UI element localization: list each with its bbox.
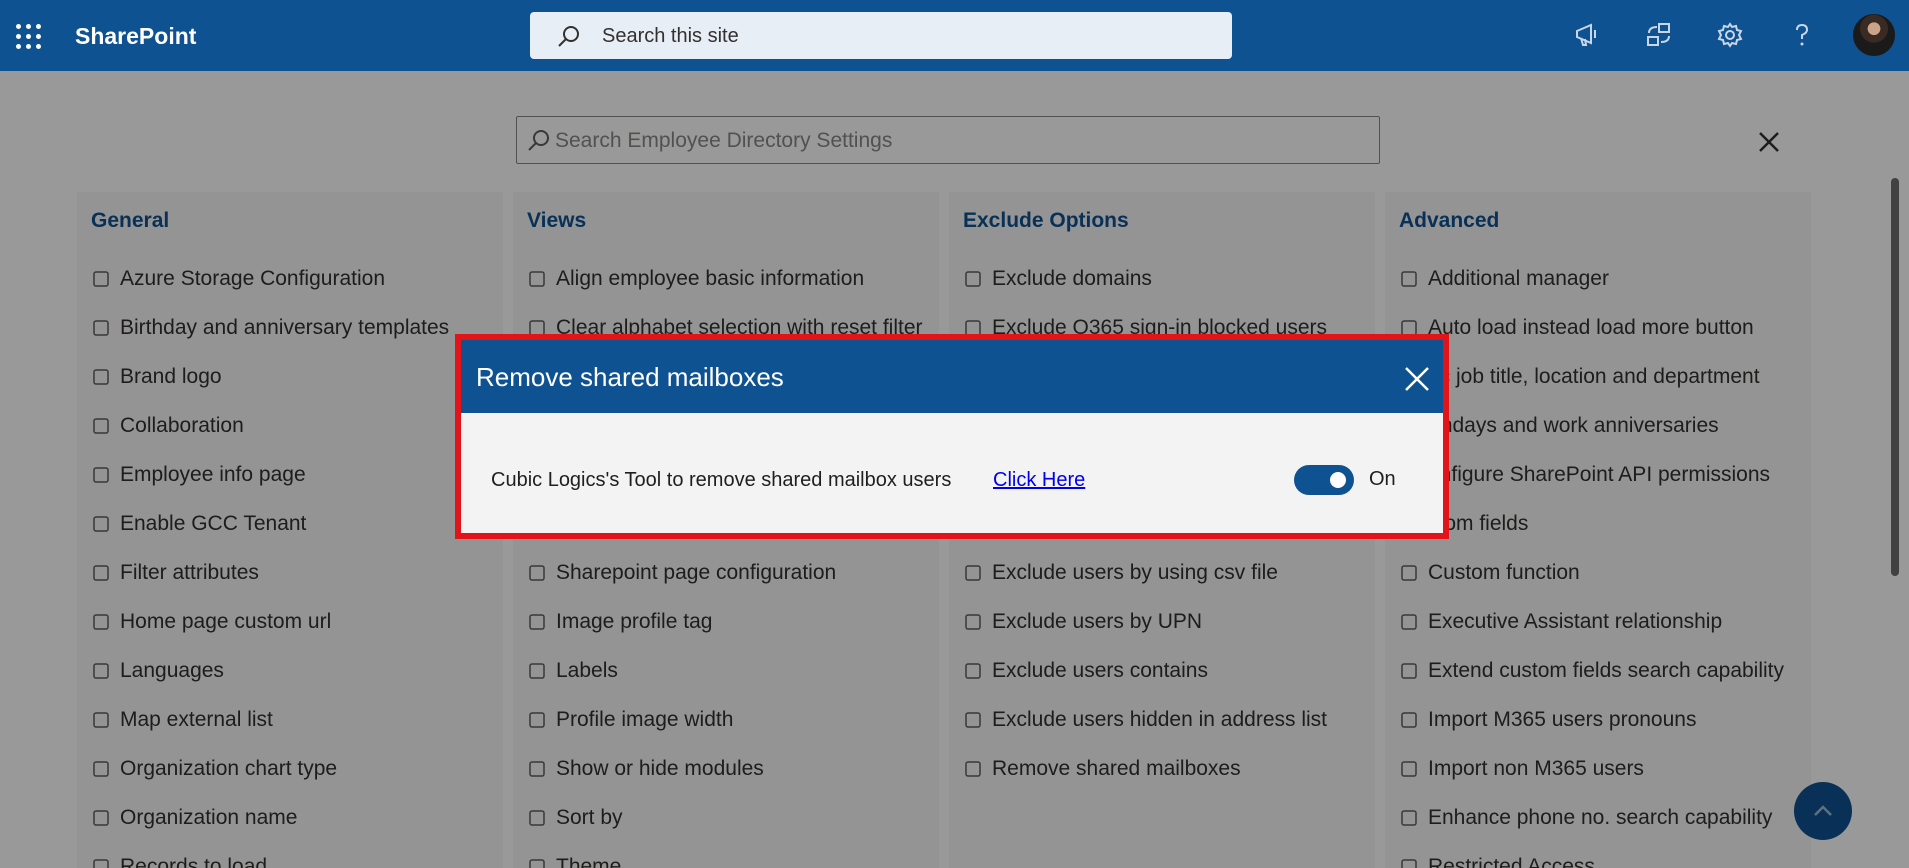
toggle-knob (1330, 472, 1346, 488)
dialog-body: Cubic Logics's Tool to remove shared mai… (461, 413, 1443, 533)
app-launcher-icon[interactable] (14, 22, 41, 49)
share-icon[interactable] (1642, 18, 1676, 52)
click-here-link[interactable]: Click Here (993, 469, 1085, 492)
help-icon[interactable] (1785, 18, 1819, 52)
dialog-header: Remove shared mailboxes (461, 340, 1443, 413)
search-icon (558, 26, 579, 47)
brand-title[interactable]: SharePoint (75, 23, 196, 50)
site-search-box[interactable]: Search this site (530, 12, 1232, 59)
dialog-description: Cubic Logics's Tool to remove shared mai… (491, 469, 952, 491)
close-icon[interactable] (1404, 366, 1430, 392)
toggle-state-label: On (1369, 468, 1396, 490)
toggle-switch[interactable] (1294, 465, 1354, 495)
dialog-title: Remove shared mailboxes (476, 362, 784, 392)
avatar[interactable] (1851, 12, 1897, 58)
suite-bar: SharePoint Search this site (0, 0, 1909, 71)
gear-icon[interactable] (1713, 18, 1747, 52)
remove-shared-mailboxes-dialog: Remove shared mailboxes Cubic Logics's T… (455, 334, 1449, 539)
megaphone-icon[interactable] (1570, 18, 1604, 52)
site-search-placeholder: Search this site (602, 25, 739, 47)
